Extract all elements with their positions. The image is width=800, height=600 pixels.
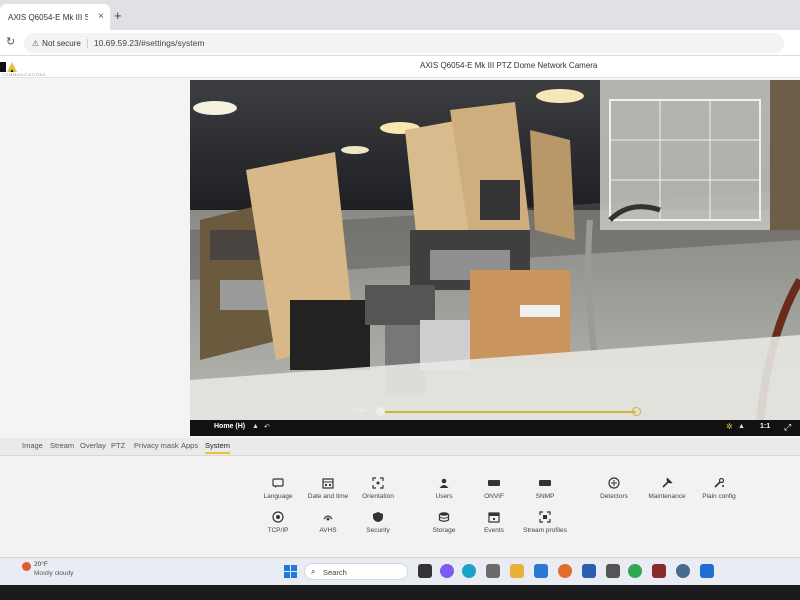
chrome-icon[interactable] <box>628 564 642 578</box>
return-home-icon[interactable]: ↶ <box>264 423 270 431</box>
reload-icon[interactable]: ↻ <box>6 35 15 48</box>
task-view-icon[interactable] <box>418 564 432 578</box>
settings-item-plain-config[interactable]: Plain config <box>689 477 749 500</box>
monitor-screen: AXIS Q6054-E Mk III System × + ↻ ⚠ Not s… <box>0 0 800 585</box>
weather-icon[interactable] <box>22 562 31 571</box>
browser-tab-title: AXIS Q6054-E Mk III System <box>8 12 88 22</box>
windows-start-icon[interactable] <box>284 565 297 578</box>
tab-ptz[interactable]: PTZ <box>111 441 125 450</box>
zoom-label: Zoom <box>350 407 367 414</box>
settings-item-orientation[interactable]: Orientation <box>348 477 408 500</box>
windows-taskbar: 20°F Mostly cloudy ⌕ Search <box>0 557 800 585</box>
zoom-max-marker <box>632 407 641 416</box>
mail-icon[interactable] <box>534 564 548 578</box>
logo-subtext: COMMUNICATIONS <box>2 72 47 77</box>
search-icon: ⌕ <box>311 567 316 576</box>
camera-title: AXIS Q6054-E Mk III PTZ Dome Network Cam… <box>420 61 598 70</box>
settings-item-label: Detectors <box>600 493 628 500</box>
settings-tab-bar: Image Stream Overlay PTZ Privacy mask Ap… <box>0 438 800 456</box>
settings-item-label: Plain config <box>702 493 736 500</box>
events-icon <box>488 512 500 523</box>
tab-image[interactable]: Image <box>22 441 43 450</box>
avhs-icon <box>323 515 333 521</box>
browser-tab-strip: AXIS Q6054-E Mk III System × + <box>0 0 800 30</box>
app-icon[interactable] <box>606 564 620 578</box>
camera-feed-image <box>190 80 800 420</box>
monitor-bezel <box>0 585 800 600</box>
browser-toolbar: ↻ ⚠ Not secure 10.69.59.23/#settings/sys… <box>0 30 800 56</box>
live-video[interactable]: Zoom Home (H) ▲ ↶ ✲ ▲ 1:1 ⤢ <box>190 80 800 436</box>
taskbar-search-label: Search <box>323 568 347 577</box>
network-icon <box>272 511 284 523</box>
settings-item-label: SNMP <box>535 493 555 500</box>
chevron-up-icon[interactable]: ▲ <box>252 423 259 430</box>
system-settings-panel: Language Date and time Orientation Users… <box>0 457 800 557</box>
security-indicator[interactable]: Not secure <box>42 38 88 48</box>
tab-apps[interactable]: Apps <box>181 441 198 450</box>
plain-config-icon <box>714 477 725 488</box>
detector-icon <box>608 477 620 489</box>
video-control-bar: Home (H) ▲ ↶ ✲ ▲ 1:1 ⤢ <box>190 420 800 436</box>
tab-privacy-mask[interactable]: Privacy mask <box>134 441 179 450</box>
chevron-up-icon[interactable]: ▲ <box>738 423 745 430</box>
stream-profiles-icon <box>539 511 551 523</box>
axis-header: COMMUNICATIONS AXIS Q6054-E Mk III PTZ D… <box>0 56 800 78</box>
store-icon[interactable] <box>582 564 596 578</box>
gear-icon[interactable] <box>676 564 690 578</box>
settings-item-maintenance[interactable]: Maintenance <box>637 477 697 500</box>
settings-item-label: Stream profiles <box>523 527 567 534</box>
address-bar[interactable]: ⚠ Not secure 10.69.59.23/#settings/syste… <box>24 33 784 53</box>
edge-icon[interactable] <box>462 564 476 578</box>
ip-app-icon[interactable] <box>700 564 714 578</box>
chat-icon[interactable] <box>440 564 454 578</box>
ptz-control-icon[interactable]: ✲ <box>726 422 733 431</box>
zoom-slider-knob[interactable] <box>376 407 385 416</box>
settings-item-security[interactable]: Security <box>348 511 408 534</box>
zoom-control[interactable]: Zoom <box>350 406 641 418</box>
onvif-icon <box>488 480 500 486</box>
warning-icon[interactable]: ⚠ <box>32 39 39 48</box>
orientation-icon <box>372 477 384 489</box>
zoom-slider-track[interactable] <box>380 411 636 413</box>
aspect-ratio-button[interactable]: 1:1 <box>760 423 770 430</box>
weather-description[interactable]: Mostly cloudy <box>34 570 73 577</box>
fullscreen-icon[interactable]: ⤢ <box>784 422 791 433</box>
url-text[interactable]: 10.69.59.23/#settings/system <box>94 38 205 48</box>
snmp-icon <box>539 480 551 486</box>
browser-tab[interactable]: AXIS Q6054-E Mk III System × <box>0 4 110 30</box>
close-tab-icon[interactable]: × <box>98 11 104 22</box>
settings-item-stream-profiles[interactable]: Stream profiles <box>515 511 575 534</box>
settings-item-label: Maintenance <box>648 493 686 500</box>
language-icon <box>272 478 284 488</box>
tab-system[interactable]: System <box>205 441 231 454</box>
wrench-icon <box>662 477 673 488</box>
new-tab-button[interactable]: + <box>114 8 122 23</box>
preset-selector[interactable]: Home (H) <box>214 423 245 430</box>
shield-icon <box>373 512 383 522</box>
tab-stream[interactable]: Stream <box>50 441 74 450</box>
settings-item-snmp[interactable]: SNMP <box>515 477 575 500</box>
settings-item-label: Security <box>366 527 390 534</box>
firefox-icon[interactable] <box>558 564 572 578</box>
settings-app-icon[interactable] <box>486 564 500 578</box>
settings-item-label: Orientation <box>362 493 394 500</box>
file-explorer-icon[interactable] <box>510 564 524 578</box>
taskbar-search[interactable]: ⌕ Search <box>304 563 408 580</box>
settings-item-detectors[interactable]: Detectors <box>584 477 644 500</box>
user-icon <box>439 478 449 488</box>
storage-icon <box>438 512 450 522</box>
weather-temperature[interactable]: 20°F <box>34 561 48 568</box>
app-icon[interactable] <box>652 564 666 578</box>
calendar-icon <box>322 478 334 489</box>
tab-overlay[interactable]: Overlay <box>80 441 106 450</box>
